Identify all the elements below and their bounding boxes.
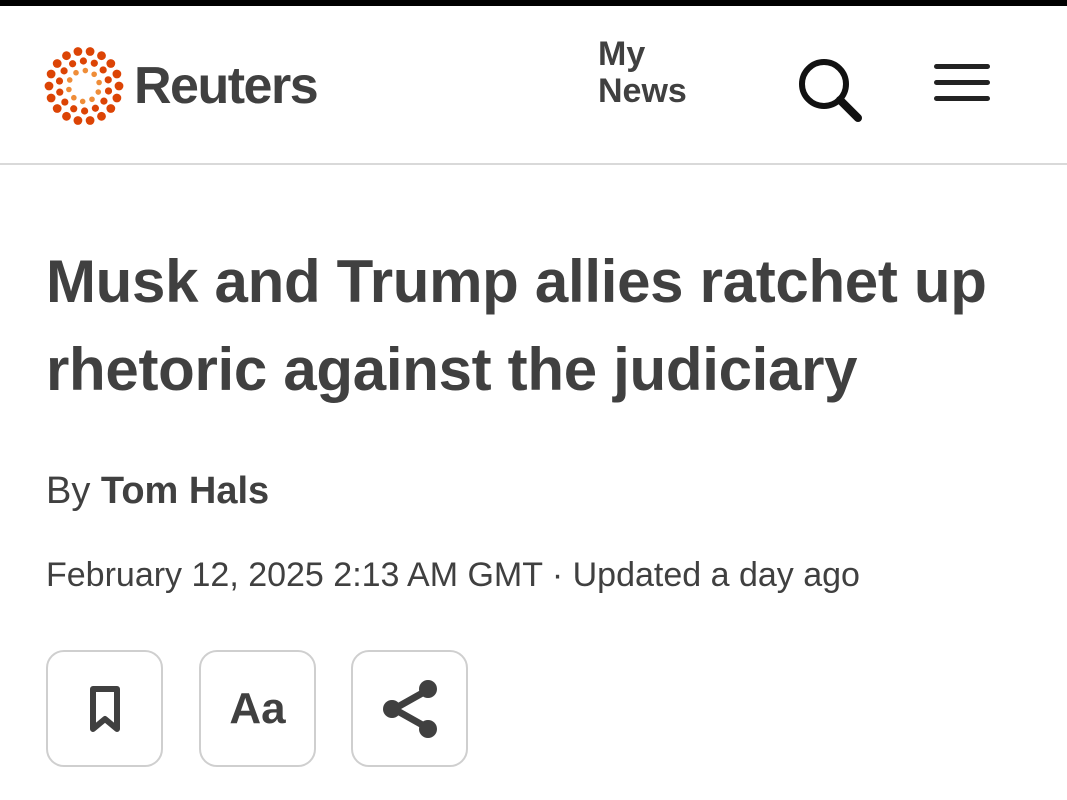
logo-dot [46, 93, 56, 103]
site-header: Reuters My News [0, 6, 1067, 165]
logo-dot [52, 104, 62, 113]
publish-date: February 12, 2025 2:13 AM GMT · Updated … [46, 556, 860, 594]
logo-dot [79, 98, 86, 105]
logo-dot [106, 104, 116, 113]
logo-dot [60, 67, 68, 75]
share-icon [382, 679, 437, 738]
logo-dot [81, 107, 89, 115]
hamburger-menu-icon-bar [934, 96, 990, 101]
hamburger-menu-icon-bar [934, 80, 990, 85]
logo-dot [114, 81, 124, 91]
logo-dot [91, 71, 97, 78]
logo-dot [55, 77, 64, 85]
bookmark-icon [89, 685, 120, 732]
share-button[interactable] [351, 650, 468, 767]
logo-dot [104, 76, 112, 84]
hamburger-menu-icon-bar [934, 64, 990, 69]
logo-dot [69, 60, 77, 68]
article-headline: Musk and Trump allies ratchet up rhetori… [46, 248, 987, 403]
logo-dot [73, 69, 79, 76]
byline: By Tom Hals [46, 470, 269, 513]
logo-dot [85, 116, 95, 125]
logo-dot [97, 111, 106, 121]
logo-dot [66, 86, 72, 93]
bookmark-button[interactable] [46, 650, 163, 767]
reuters-logo[interactable]: Reuters [44, 44, 344, 128]
logo-dot [61, 98, 69, 106]
logo-dot [70, 105, 78, 113]
logo-dot [106, 59, 116, 68]
byline-prefix: By [46, 470, 91, 512]
text-size-button[interactable]: Aa [199, 650, 316, 767]
logo-dot [46, 69, 56, 79]
logo-dot [82, 67, 89, 74]
logo-dot [112, 93, 122, 103]
logo-dot [71, 94, 77, 101]
search-icon [799, 59, 862, 122]
logo-dot [91, 104, 99, 112]
logo-dot [89, 96, 95, 103]
logo-dot [62, 51, 71, 61]
logo-dot [95, 89, 102, 95]
logo-dot [97, 51, 106, 61]
my-news-label-line1: My [598, 35, 646, 73]
menu-button[interactable] [934, 64, 996, 114]
brand-name: Reuters [134, 57, 319, 115]
logo-dot [85, 47, 95, 56]
logo-dot [90, 59, 98, 67]
logo-dot [79, 57, 87, 65]
author-link[interactable]: Tom Hals [101, 470, 269, 512]
logo-dot [44, 81, 54, 91]
text-size-label: Aa [229, 683, 286, 733]
logo-dot [73, 47, 83, 56]
logo-dot [96, 79, 102, 86]
logo-dot [56, 88, 64, 96]
logo-dot [99, 66, 107, 74]
reuters-logo-icon [44, 47, 124, 125]
logo-dot [112, 69, 122, 79]
my-news-link[interactable]: My News [598, 36, 708, 110]
logo-dot [73, 116, 83, 125]
logo-dot [100, 97, 108, 105]
my-news-label-line2: News [598, 72, 687, 110]
logo-dot [66, 77, 73, 83]
logo-dot [104, 87, 113, 95]
search-button[interactable] [796, 56, 864, 124]
logo-dot [52, 59, 62, 68]
logo-dot [62, 111, 71, 121]
